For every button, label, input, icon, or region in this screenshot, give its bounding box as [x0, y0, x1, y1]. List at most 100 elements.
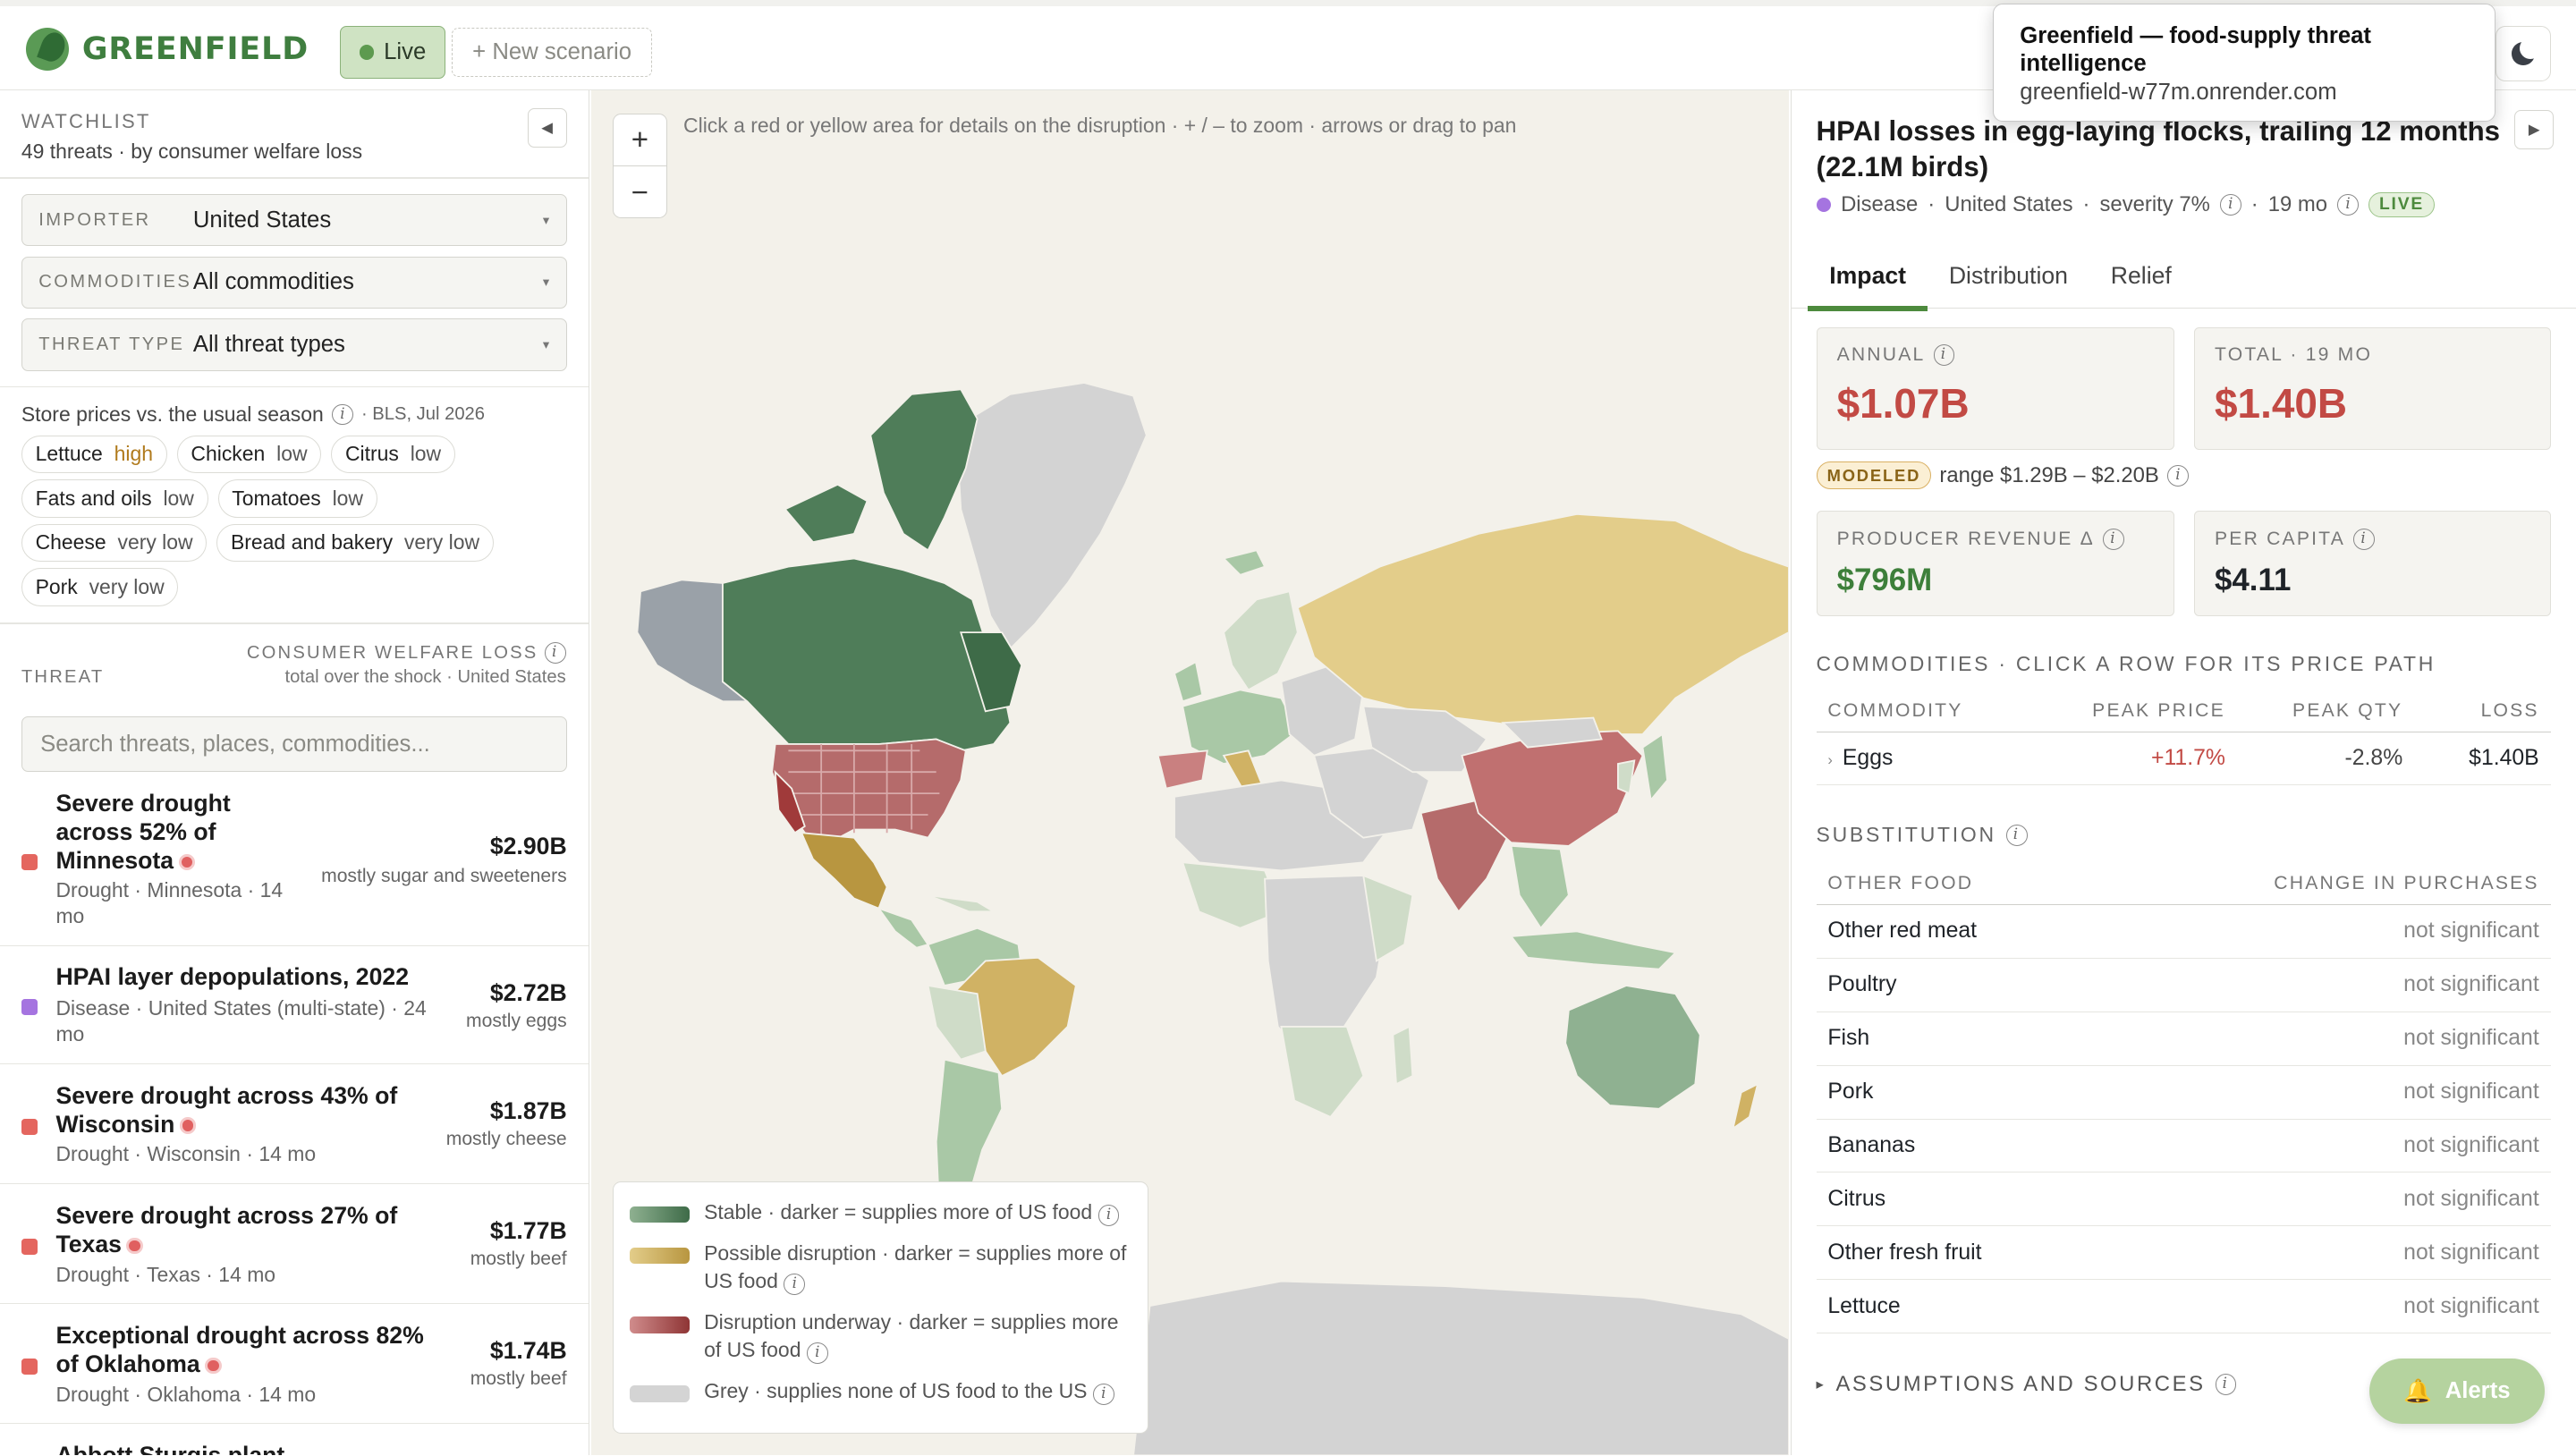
commodities-table: COMMODITY PEAK PRICE PEAK QTY LOSS › Eggs… [1816, 690, 2551, 785]
live-mode-button[interactable]: Live [340, 26, 445, 79]
threat-mostly: mostly cheese [445, 1128, 567, 1149]
importer-select[interactable]: IMPORTER United States ▾ [21, 193, 567, 247]
theme-toggle-button[interactable] [2495, 26, 2552, 82]
collapse-sidebar-button[interactable]: ◀ [527, 108, 567, 148]
table-header: COMMODITY PEAK PRICE PEAK QTY LOSS [1816, 690, 2551, 733]
commodities-label: COMMODITIES [38, 272, 192, 292]
threat-item-hpai[interactable]: HPAI layer depopulations, 2022 Disease ·… [0, 946, 589, 1065]
price-chip-lettuce[interactable]: Lettuce high [21, 435, 167, 473]
info-icon[interactable]: i [544, 642, 566, 665]
zoom-in-button[interactable]: + [614, 114, 666, 167]
threat-item-abbott[interactable]: Abbott Sturgis plant [0, 1424, 589, 1456]
info-icon[interactable]: i [331, 403, 353, 426]
info-icon[interactable]: i [2219, 193, 2241, 216]
table-row[interactable]: Bananas not significant [1816, 1120, 2551, 1173]
chip-level: high [114, 442, 154, 466]
chevron-down-icon: ▾ [542, 338, 550, 353]
table-row[interactable]: Other red meat not significant [1816, 905, 2551, 959]
info-icon[interactable]: i [1092, 1384, 1114, 1405]
info-icon[interactable]: i [2215, 1373, 2237, 1395]
threat-item-texas[interactable]: Severe drought across 27% of Texas Droug… [0, 1184, 589, 1305]
modeled-range: MODELED range $1.29B – $2.20B i [1816, 461, 2189, 490]
new-scenario-button[interactable]: + New scenario [452, 27, 653, 77]
assumptions-toggle[interactable]: ▸ ASSUMPTIONS AND SOURCES i [1817, 1372, 2237, 1397]
food-name: Lettuce [1827, 1293, 1901, 1318]
food-name: Other red meat [1827, 918, 1978, 944]
threat-item-oklahoma[interactable]: Exceptional drought across 82% of Oklaho… [0, 1304, 589, 1425]
price-chip-cheese[interactable]: Cheese very low [21, 523, 208, 563]
table-row[interactable]: Poultry not significant [1816, 959, 2551, 1012]
threat-value: $1.77B [489, 1216, 567, 1244]
world-map[interactable]: + − Click a red or yellow area for detai… [591, 90, 1790, 1456]
alerts-button[interactable]: 🔔 Alerts [2368, 1358, 2546, 1425]
food-name: Fish [1827, 1026, 1870, 1051]
commodity-row-eggs[interactable]: › Eggs +11.7% -2.8% $1.40B [1816, 732, 2551, 785]
info-icon[interactable]: i [2005, 824, 2028, 846]
threat-column-header: THREAT [21, 666, 105, 687]
detail-category: Disease [1841, 191, 1919, 216]
search-input[interactable]: Search threats, places, commodities... [21, 715, 567, 773]
threat-type-value: All threat types [192, 332, 345, 358]
detail-duration: 19 mo [2267, 191, 2328, 216]
watchlist-subtitle: 49 threats · by consumer welfare loss [21, 140, 363, 164]
table-row[interactable]: Citrus not significant [1816, 1172, 2551, 1227]
tab-distribution[interactable]: Distribution [1928, 248, 2089, 308]
change-value: not significant [2403, 1026, 2539, 1051]
threat-item-wisconsin[interactable]: Severe drought across 43% of Wisconsin D… [0, 1064, 589, 1185]
info-icon[interactable]: i [806, 1342, 828, 1365]
live-badge: LIVE [2368, 192, 2436, 217]
info-icon[interactable]: i [784, 1274, 806, 1295]
threat-mostly: mostly beef [470, 1367, 567, 1389]
row-caret-icon: › [1827, 751, 1833, 769]
threat-meta: Drought · Oklahoma · 14 mo [55, 1382, 317, 1406]
threat-name: Severe drought across 52% of Minnesota [55, 789, 231, 874]
substitution-section-title: SUBSTITUTION i [1817, 823, 2028, 847]
zoom-out-button[interactable]: − [614, 166, 666, 219]
price-chip-pork[interactable]: Pork very low [21, 568, 179, 606]
table-row[interactable]: Fish not significant [1816, 1012, 2551, 1066]
threat-meta: Drought · Texas · 14 mo [55, 1262, 276, 1286]
producer-revenue-card: PRODUCER REVENUE Δ i $796M [1816, 511, 2174, 616]
price-chip-bread[interactable]: Bread and bakery very low [216, 523, 494, 563]
moon-icon [2512, 37, 2542, 66]
tab-impact[interactable]: Impact [1808, 248, 1928, 312]
app-root: GREENFIELD Live + New scenario Greenfiel… [0, 0, 2576, 1456]
price-chip-tomatoes[interactable]: Tomatoes low [217, 479, 377, 518]
table-row[interactable]: Other fresh fruit not significant [1816, 1226, 2551, 1281]
price-chip-chicken[interactable]: Chicken low [176, 435, 322, 473]
info-icon[interactable]: i [2103, 528, 2124, 550]
info-icon[interactable]: i [2353, 528, 2376, 550]
store-prices-source: · BLS, Jul 2026 [360, 403, 485, 424]
legend-swatch [630, 1316, 690, 1333]
detail-title: HPAI losses in egg-laying flocks, traili… [1816, 114, 2500, 183]
chip-name: Chicken [191, 442, 266, 466]
expand-panel-button[interactable]: ▶ [2514, 110, 2555, 150]
price-chip-fats-oils[interactable]: Fats and oils low [21, 479, 208, 518]
threat-type-label: THREAT TYPE [38, 334, 185, 355]
table-header: OTHER FOOD CHANGE IN PURCHASES [1816, 862, 2551, 905]
table-row[interactable]: Pork not significant [1816, 1066, 2551, 1120]
logo[interactable]: GREENFIELD [26, 27, 309, 71]
info-icon[interactable]: i [1933, 343, 1955, 366]
info-icon[interactable]: i [2167, 464, 2189, 487]
threat-item-minnesota[interactable]: Severe drought across 52% of Minnesota D… [0, 782, 589, 946]
legend-swatch [630, 1206, 690, 1223]
price-chip-citrus[interactable]: Citrus low [331, 435, 455, 473]
table-row[interactable]: Lettuce not significant [1816, 1280, 2551, 1333]
map-hint: Click a red or yellow area for details o… [683, 113, 1517, 137]
bell-icon: 🔔 [2402, 1378, 2432, 1404]
disease-category-icon [21, 998, 38, 1016]
producer-value: $796M [1836, 563, 1933, 598]
peak-price: +11.7% [2151, 746, 2225, 771]
app-title: GREENFIELD [81, 30, 309, 67]
info-icon[interactable]: i [2337, 193, 2359, 216]
commodities-select[interactable]: COMMODITIES All commodities ▾ [21, 256, 567, 309]
threat-type-select[interactable]: THREAT TYPE All threat types ▾ [21, 318, 567, 372]
food-name: Bananas [1827, 1132, 1916, 1157]
tab-relief[interactable]: Relief [2089, 248, 2193, 308]
col-peak-qty: PEAK QTY [2292, 699, 2403, 721]
divider [0, 177, 589, 180]
legend-text: Disruption underway · darker = supplies … [704, 1309, 1119, 1362]
live-indicator-icon [205, 1357, 222, 1374]
info-icon[interactable]: i [1097, 1204, 1120, 1226]
